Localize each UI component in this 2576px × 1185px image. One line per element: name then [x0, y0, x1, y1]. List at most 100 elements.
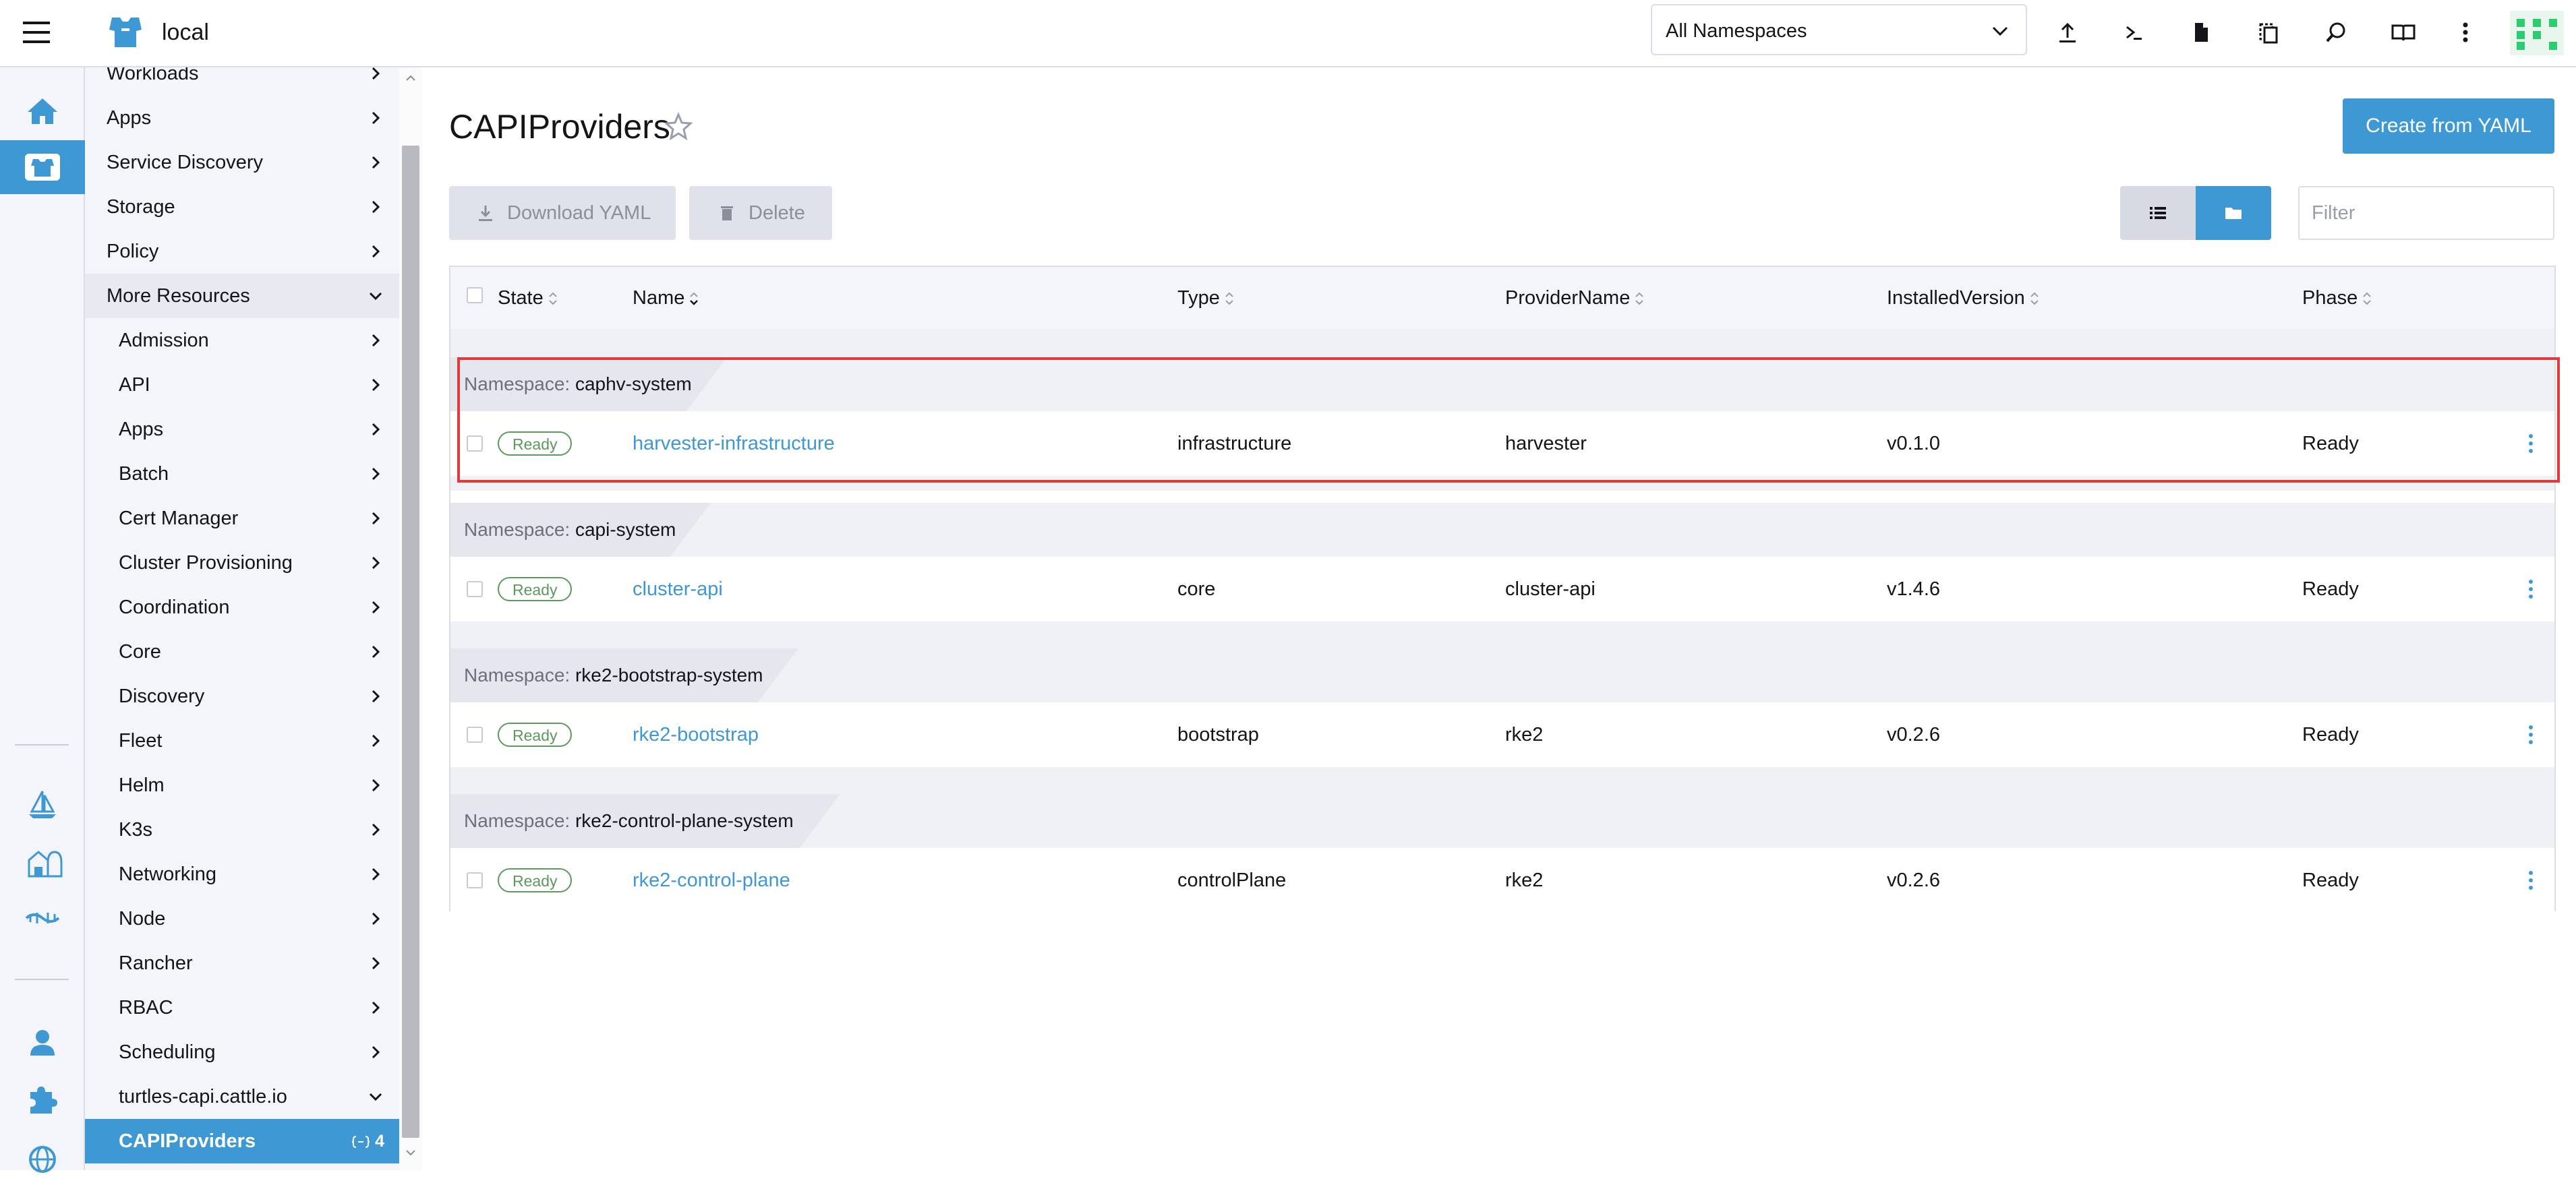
chevron-down-icon	[369, 1093, 382, 1101]
upload-icon	[2059, 22, 2076, 42]
resource-name-link[interactable]: rke2-control-plane	[633, 848, 790, 913]
rail-fleet[interactable]	[0, 778, 85, 832]
sort-icon	[2030, 292, 2039, 305]
resource-search-button[interactable]	[2316, 12, 2356, 53]
nav-item-admission[interactable]: Admission	[85, 318, 399, 363]
nav-item-fleet[interactable]: Fleet	[85, 719, 399, 763]
status-badge: Ready	[498, 868, 573, 892]
phase-cell: Ready	[2302, 578, 2359, 600]
create-from-yaml-button[interactable]: Create from YAML	[2343, 98, 2554, 154]
rail-divider	[15, 744, 69, 746]
nav-group-turtles-capi[interactable]: turtles-capi.cattle.io	[85, 1074, 399, 1119]
nav-item-cluster-provisioning[interactable]: Cluster Provisioning	[85, 541, 399, 585]
column-header-state[interactable]: State	[498, 267, 558, 329]
nav-item-rbac[interactable]: RBAC	[85, 985, 399, 1030]
rail-home[interactable]	[0, 84, 85, 138]
resource-table: State Name Type ProviderName InstalledVe…	[449, 266, 2556, 913]
nav-item-service-discovery[interactable]: Service Discovery	[85, 140, 399, 185]
nav-item-storage[interactable]: Storage	[85, 185, 399, 229]
sidebar-scroll-thumb[interactable]	[402, 146, 419, 1138]
chevron-right-icon	[372, 956, 380, 970]
nav-item-scheduling[interactable]: Scheduling	[85, 1030, 399, 1074]
rail-virtualization[interactable]	[0, 891, 85, 945]
download-yaml-button[interactable]: Download YAML	[449, 186, 676, 240]
nav-item-coordination[interactable]: Coordination	[85, 585, 399, 630]
installed-version-cell: v0.2.6	[1887, 724, 1940, 746]
rail-extensions[interactable]	[0, 1072, 85, 1126]
docs-button[interactable]	[2383, 12, 2424, 53]
menu-icon[interactable]	[20, 18, 54, 49]
row-actions-kebab-icon[interactable]	[2521, 868, 2541, 892]
type-cell: core	[1177, 578, 1216, 600]
delete-button[interactable]: Delete	[689, 186, 832, 240]
scroll-down-arrow-icon[interactable]	[399, 1145, 422, 1161]
provider-name-cell: cluster-api	[1505, 578, 1596, 600]
nav-item-helm[interactable]: Helm	[85, 763, 399, 808]
sort-icon	[549, 292, 557, 305]
nav-item-workloads[interactable]: Workloads	[85, 67, 399, 96]
row-checkbox[interactable]	[467, 727, 483, 743]
resource-name-link[interactable]: rke2-bootstrap	[633, 702, 759, 767]
table-row: Ready rke2-bootstrap bootstrap rke2 v0.2…	[450, 702, 2554, 767]
nav-item-capiproviders[interactable]: CAPIProviders 4	[85, 1119, 399, 1163]
cluster-icon	[105, 12, 146, 53]
row-actions-kebab-icon[interactable]	[2521, 431, 2541, 456]
namespace-filter-select[interactable]: All Namespaces	[1651, 4, 2027, 55]
puzzle-icon	[30, 1087, 57, 1114]
status-badge: Ready	[498, 431, 573, 456]
nav-item-networking[interactable]: Networking	[85, 852, 399, 897]
phase-cell: Ready	[2302, 433, 2359, 454]
column-header-name[interactable]: Name	[633, 267, 699, 329]
nav-item-apps-group[interactable]: Apps	[85, 407, 399, 452]
rail-cluster-management[interactable]	[0, 836, 85, 890]
nav-item-discovery[interactable]: Discovery	[85, 674, 399, 719]
nav-item-node[interactable]: Node	[85, 897, 399, 941]
favorite-star-icon[interactable]	[664, 112, 693, 142]
chevron-right-icon	[372, 156, 380, 169]
kubectl-shell-button[interactable]	[2113, 12, 2154, 53]
column-header-type[interactable]: Type	[1177, 267, 1235, 329]
type-cell: bootstrap	[1177, 724, 1259, 746]
row-checkbox[interactable]	[467, 435, 483, 452]
nav-item-batch[interactable]: Batch	[85, 452, 399, 496]
table-row: Ready rke2-control-plane controlPlane rk…	[450, 848, 2554, 913]
nav-item-k3s[interactable]: K3s	[85, 808, 399, 852]
resource-name-link[interactable]: harvester-infrastructure	[633, 411, 835, 476]
chevron-right-icon	[372, 334, 380, 347]
chevron-right-icon	[372, 779, 380, 792]
rail-divider	[15, 979, 69, 980]
rail-global-settings[interactable]	[0, 1131, 85, 1185]
download-kubeconfig-button[interactable]	[2181, 12, 2221, 53]
rail-users[interactable]	[0, 1015, 85, 1069]
nav-item-core[interactable]: Core	[85, 630, 399, 674]
rail-cluster-explorer[interactable]	[0, 140, 85, 194]
scroll-up-arrow-icon[interactable]	[399, 70, 422, 86]
row-actions-kebab-icon[interactable]	[2521, 723, 2541, 747]
user-avatar[interactable]	[2510, 11, 2564, 55]
column-header-installedversion[interactable]: InstalledVersion	[1887, 267, 2040, 329]
flat-list-view-toggle[interactable]	[2120, 186, 2196, 240]
sort-icon	[1635, 292, 1644, 305]
resource-name-link[interactable]: cluster-api	[633, 557, 723, 621]
row-checkbox[interactable]	[467, 581, 483, 597]
nav-item-apps[interactable]: Apps	[85, 96, 399, 140]
nav-group-more-resources[interactable]: More Resources	[85, 274, 399, 318]
column-header-phase[interactable]: Phase	[2302, 267, 2372, 329]
type-cell: infrastructure	[1177, 433, 1292, 454]
more-actions-button[interactable]	[2445, 12, 2486, 53]
row-actions-kebab-icon[interactable]	[2521, 577, 2541, 601]
provider-name-cell: rke2	[1505, 870, 1544, 891]
file-icon	[2195, 23, 2208, 42]
column-header-providername[interactable]: ProviderName	[1505, 267, 1645, 329]
filter-input[interactable]	[2298, 186, 2554, 240]
group-by-namespace-toggle[interactable]	[2196, 186, 2271, 240]
copy-kubeconfig-button[interactable]	[2248, 12, 2289, 53]
nav-item-policy[interactable]: Policy	[85, 229, 399, 274]
import-yaml-button[interactable]	[2047, 12, 2088, 53]
row-checkbox[interactable]	[467, 872, 483, 888]
nav-item-api[interactable]: API	[85, 363, 399, 407]
namespace-group-header: Namespace: caphv-system	[450, 357, 2554, 411]
nav-item-rancher[interactable]: Rancher	[85, 941, 399, 985]
nav-item-cert-manager[interactable]: Cert Manager	[85, 496, 399, 541]
select-all-checkbox[interactable]	[467, 287, 483, 303]
